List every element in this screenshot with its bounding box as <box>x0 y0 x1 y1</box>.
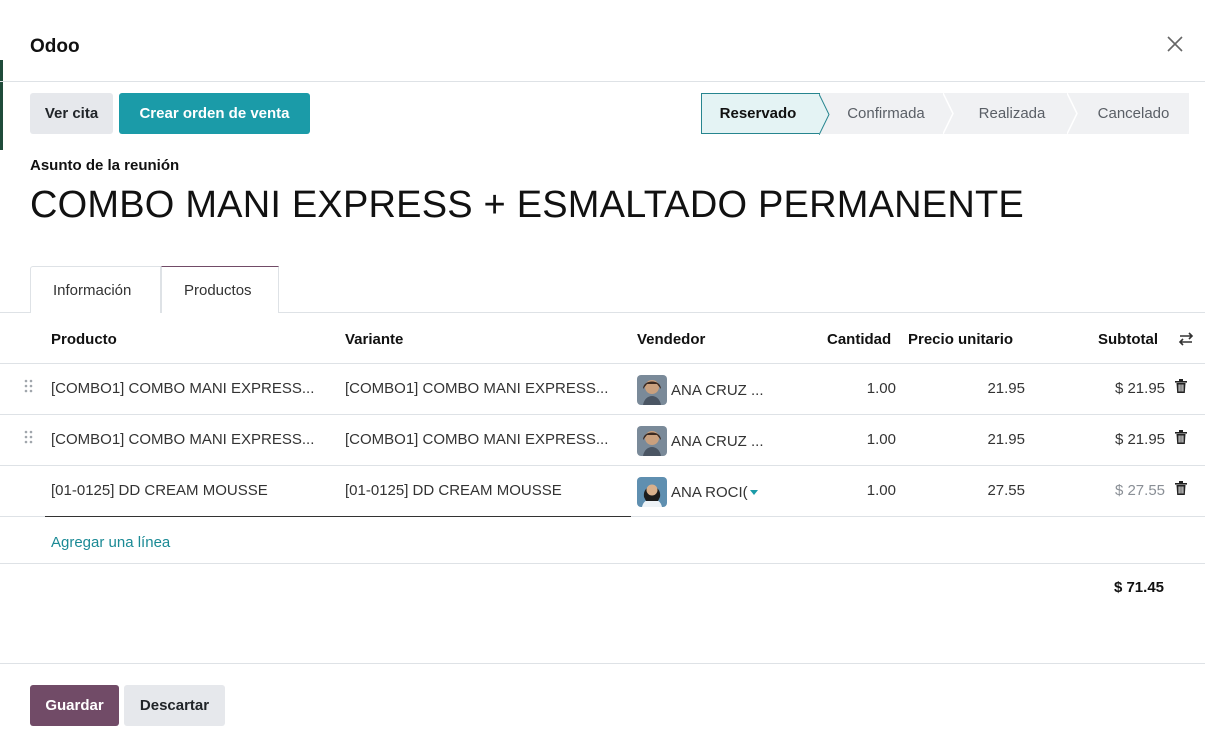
cell-producto[interactable]: [01-0125] DD CREAM MOUSSE <box>51 482 268 499</box>
dialog-header: Odoo <box>0 10 1205 82</box>
cell-subtotal: $ 21.95 <box>1114 431 1165 448</box>
total-amount: $ 71.45 <box>1113 579 1164 596</box>
guardar-button[interactable]: Guardar <box>30 685 119 726</box>
column-cantidad[interactable]: Cantidad <box>827 331 891 348</box>
cell-precio-unitario[interactable]: 21.95 <box>987 380 1025 397</box>
stage-reservado[interactable]: Reservado <box>701 93 830 135</box>
stage-realizada[interactable]: Realizada <box>944 93 1078 134</box>
ver-cita-button[interactable]: Ver cita <box>30 93 113 134</box>
stage-label: Reservado <box>719 105 797 122</box>
vendedor-name: ANA CRUZ ... <box>671 381 764 399</box>
subject-label: Asunto de la reunión <box>30 157 180 174</box>
stage-label: Confirmada <box>847 105 925 122</box>
column-vendedor[interactable]: Vendedor <box>637 331 705 348</box>
cell-cantidad[interactable]: 1.00 <box>867 380 896 397</box>
cell-cantidad[interactable]: 1.00 <box>867 431 896 448</box>
divider <box>0 563 1205 564</box>
table-row[interactable]: [COMBO1] COMBO MANI EXPRESS... [COMBO1] … <box>0 415 1205 466</box>
add-line-link[interactable]: Agregar una línea <box>51 534 170 551</box>
delete-row-icon[interactable] <box>1175 481 1187 499</box>
drag-handle-icon[interactable] <box>24 379 34 397</box>
table-row[interactable]: [COMBO1] COMBO MANI EXPRESS... [COMBO1] … <box>0 364 1205 415</box>
optional-columns-icon[interactable] <box>1178 331 1194 351</box>
status-bar: Reservado Confirmada Realizada Cancelado <box>701 93 1189 135</box>
column-variante[interactable]: Variante <box>345 331 403 348</box>
column-subtotal[interactable]: Subtotal <box>1098 331 1158 348</box>
cell-vendedor[interactable]: ANA ROCI( <box>637 477 758 507</box>
avatar <box>637 477 667 507</box>
drag-handle-icon[interactable] <box>24 430 34 448</box>
table-header: Producto Variante Vendedor Cantidad Prec… <box>0 316 1205 364</box>
avatar <box>637 375 667 405</box>
avatar <box>637 426 667 456</box>
cell-vendedor[interactable]: ANA CRUZ ... <box>637 375 764 405</box>
cell-subtotal: $ 27.55 <box>1114 482 1165 499</box>
stage-cancelado[interactable]: Cancelado <box>1068 93 1189 134</box>
stage-label: Cancelado <box>1097 105 1170 122</box>
cell-precio-unitario[interactable]: 21.95 <box>987 431 1025 448</box>
descartar-button[interactable]: Descartar <box>124 685 225 726</box>
dropdown-caret-icon[interactable] <box>749 489 758 495</box>
crear-orden-venta-button[interactable]: Crear orden de venta <box>119 93 310 134</box>
cell-vendedor[interactable]: ANA CRUZ ... <box>637 426 764 456</box>
cell-producto[interactable]: [COMBO1] COMBO MANI EXPRESS... <box>51 431 314 448</box>
notebook-tabs: Información Productos <box>30 266 279 314</box>
cell-cantidad[interactable]: 1.00 <box>867 482 896 499</box>
cell-variante[interactable]: [COMBO1] COMBO MANI EXPRESS... <box>345 431 608 448</box>
subject-field[interactable]: COMBO MANI EXPRESS + ESMALTADO PERMANENT… <box>30 184 1024 227</box>
column-producto[interactable]: Producto <box>51 331 117 348</box>
tab-productos[interactable]: Productos <box>161 266 279 314</box>
dialog-title: Odoo <box>30 36 80 57</box>
close-icon[interactable] <box>1163 32 1187 56</box>
table-row[interactable]: [01-0125] DD CREAM MOUSSE [01-0125] DD C… <box>0 466 1205 517</box>
vendedor-name: ANA CRUZ ... <box>671 432 764 450</box>
delete-row-icon[interactable] <box>1175 430 1187 448</box>
stage-confirmada[interactable]: Confirmada <box>820 93 954 134</box>
cell-variante[interactable]: [COMBO1] COMBO MANI EXPRESS... <box>345 380 608 397</box>
cell-subtotal: $ 21.95 <box>1114 380 1165 397</box>
input-underline <box>45 516 631 517</box>
footer-divider <box>0 663 1205 664</box>
vendedor-name: ANA ROCI( <box>671 483 748 501</box>
delete-row-icon[interactable] <box>1175 379 1187 397</box>
tab-informacion[interactable]: Información <box>30 266 161 313</box>
column-precio-unitario[interactable]: Precio unitario <box>908 331 1013 348</box>
cell-producto[interactable]: [COMBO1] COMBO MANI EXPRESS... <box>51 380 314 397</box>
cell-variante[interactable]: [01-0125] DD CREAM MOUSSE <box>345 482 562 499</box>
cell-precio-unitario[interactable]: 27.55 <box>987 482 1025 499</box>
stage-label: Realizada <box>978 105 1046 122</box>
